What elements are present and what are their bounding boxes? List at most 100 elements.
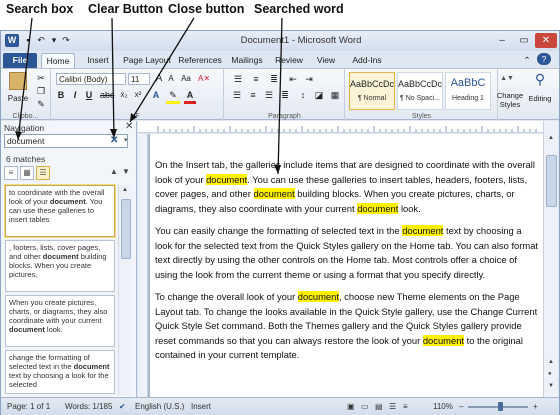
paste-icon[interactable]	[9, 72, 27, 90]
styles-scroll-icon[interactable]: ▲▼	[500, 73, 514, 85]
tab-mailings[interactable]: Mailings	[227, 53, 267, 68]
word-count[interactable]: Words: 1/185	[65, 398, 112, 415]
editing-button[interactable]: Editing	[523, 93, 557, 105]
proofing-icon[interactable]: ✔	[119, 398, 126, 415]
previous-page-icon[interactable]: ▲	[548, 359, 554, 365]
select-browse-object-icon[interactable]: ●	[548, 371, 552, 377]
tab-view[interactable]: View	[311, 53, 341, 68]
document-scrollbar[interactable]: ▲ ▲ ● ▼	[543, 121, 558, 397]
draft-view-icon[interactable]: ≡	[403, 398, 408, 415]
next-result-icon[interactable]: ▼	[122, 167, 130, 176]
underline-icon[interactable]: U	[84, 89, 94, 101]
subscript-icon[interactable]: x₂	[118, 89, 130, 101]
multilevel-list-icon[interactable]: ≣	[267, 73, 281, 85]
clear-formatting-icon[interactable]: A✕	[198, 73, 210, 85]
paragraph-3[interactable]: To change the overall look of your docum…	[155, 290, 539, 363]
zoom-in-button[interactable]: +	[533, 398, 538, 415]
decrease-indent-icon[interactable]: ⇤	[287, 73, 299, 85]
redo-icon[interactable]: ↷	[61, 34, 71, 47]
justify-icon[interactable]: ≣	[279, 89, 291, 101]
grow-font-icon[interactable]: A	[154, 73, 164, 85]
style-no-spacing[interactable]: AaBbCcDc ¶ No Spaci...	[397, 72, 443, 110]
text-effects-icon[interactable]: A	[150, 89, 162, 101]
cut-icon[interactable]: ✂	[35, 72, 47, 84]
font-name-box[interactable]: Calibri (Body)	[56, 73, 126, 85]
minimize-button[interactable]: –	[491, 33, 513, 48]
save-icon[interactable]: ▪	[23, 34, 33, 47]
undo-icon[interactable]: ↶	[35, 34, 47, 47]
web-layout-view-icon[interactable]: ▤	[375, 398, 383, 415]
borders-icon[interactable]: ▦	[329, 89, 341, 101]
styles-label: Styles	[411, 113, 432, 120]
line-spacing-icon[interactable]: ↕	[297, 89, 309, 101]
browse-headings-icon[interactable]: ≡	[4, 166, 18, 180]
horizontal-ruler[interactable]	[138, 121, 543, 133]
search-result-item[interactable]: , footers, lists, cover pages, and other…	[5, 240, 115, 292]
paragraph-1[interactable]: On the Insert tab, the galleries include…	[155, 158, 539, 216]
bold-icon[interactable]: B	[56, 89, 66, 101]
increase-indent-icon[interactable]: ⇥	[303, 73, 315, 85]
qat-dropdown-icon[interactable]: ▾	[49, 34, 59, 47]
paragraph-2[interactable]: You can easily change the formatting of …	[155, 224, 539, 282]
tab-home[interactable]: Home	[41, 53, 75, 68]
window-close-button[interactable]: ✕	[535, 33, 557, 48]
search-result-item[interactable]: change the formatting of selected text i…	[5, 350, 115, 394]
paste-button[interactable]: Paste	[3, 93, 33, 105]
outline-view-icon[interactable]: ☰	[389, 398, 396, 415]
browse-results-icon[interactable]: ☰	[36, 166, 50, 180]
numbering-icon[interactable]: ≡	[249, 73, 263, 85]
navigation-scrollbar[interactable]: ▲	[118, 185, 132, 395]
navigation-close-button[interactable]: ✕	[125, 121, 133, 132]
shrink-font-icon[interactable]: A	[166, 73, 176, 85]
align-left-icon[interactable]: ☰	[231, 89, 243, 101]
highlight-icon[interactable]: ✎	[166, 89, 180, 104]
vertical-ruler[interactable]	[138, 134, 148, 397]
tab-references[interactable]: References	[177, 53, 223, 68]
zoom-level[interactable]: 110%	[433, 398, 453, 415]
previous-result-icon[interactable]: ▲	[110, 167, 118, 176]
scroll-up-icon[interactable]: ▲	[122, 187, 128, 193]
style-heading-1[interactable]: AaBbC Heading 1	[445, 72, 491, 110]
help-icon[interactable]: ?	[537, 53, 551, 65]
next-page-icon[interactable]: ▼	[548, 383, 554, 389]
style-normal[interactable]: AaBbCcDc ¶ Normal	[349, 72, 395, 110]
editing-icon[interactable]: ⚲	[524, 72, 556, 86]
page-count[interactable]: Page: 1 of 1	[7, 398, 50, 415]
insert-mode[interactable]: Insert	[191, 398, 211, 415]
tab-review[interactable]: Review	[271, 53, 307, 68]
copy-icon[interactable]: ❐	[35, 85, 47, 97]
align-right-icon[interactable]: ☰	[263, 89, 275, 101]
browse-pages-icon[interactable]: ▦	[20, 166, 34, 180]
shading-icon[interactable]: ◪	[313, 89, 325, 101]
clear-search-button[interactable]: ✕	[110, 134, 118, 148]
document-page[interactable]: On the Insert tab, the galleries include…	[150, 134, 543, 397]
tab-file[interactable]: File	[3, 53, 37, 68]
change-styles-button[interactable]: Change Styles	[495, 91, 525, 109]
tab-insert[interactable]: Insert	[81, 53, 115, 68]
zoom-slider-thumb[interactable]	[498, 402, 503, 411]
tab-page-layout[interactable]: Page Layout	[119, 53, 175, 68]
font-size-box[interactable]: 11	[128, 73, 150, 85]
align-center-icon[interactable]: ≡	[247, 89, 259, 101]
ribbon-minimize-icon[interactable]: ⌃	[521, 53, 533, 68]
navigation-scroll-thumb[interactable]	[121, 199, 131, 259]
search-result-item[interactable]: When you create pictures, charts, or dia…	[5, 295, 115, 347]
language[interactable]: English (U.S.)	[135, 398, 184, 415]
word-logo-icon[interactable]: W	[5, 34, 19, 47]
search-result-item[interactable]: to coordinate with the overall look of y…	[5, 185, 115, 237]
scroll-up-icon[interactable]: ▲	[548, 135, 554, 141]
search-options-dropdown-icon[interactable]: ▾	[124, 134, 128, 148]
full-screen-view-icon[interactable]: ▭	[361, 398, 369, 415]
tab-add-ins[interactable]: Add-Ins	[347, 53, 387, 68]
bullets-icon[interactable]: ☰	[231, 73, 245, 85]
maximize-button[interactable]: ▭	[513, 33, 535, 48]
zoom-out-button[interactable]: –	[459, 398, 463, 415]
font-color-icon[interactable]: A	[184, 89, 196, 104]
superscript-icon[interactable]: x²	[132, 89, 144, 101]
change-case-icon[interactable]: Aa	[180, 73, 192, 85]
italic-icon[interactable]: I	[70, 89, 80, 101]
document-scroll-thumb[interactable]	[546, 155, 557, 207]
print-layout-view-icon[interactable]: ▣	[347, 398, 355, 415]
format-painter-icon[interactable]: ✎	[35, 98, 47, 110]
strikethrough-icon[interactable]: abc	[100, 89, 115, 101]
